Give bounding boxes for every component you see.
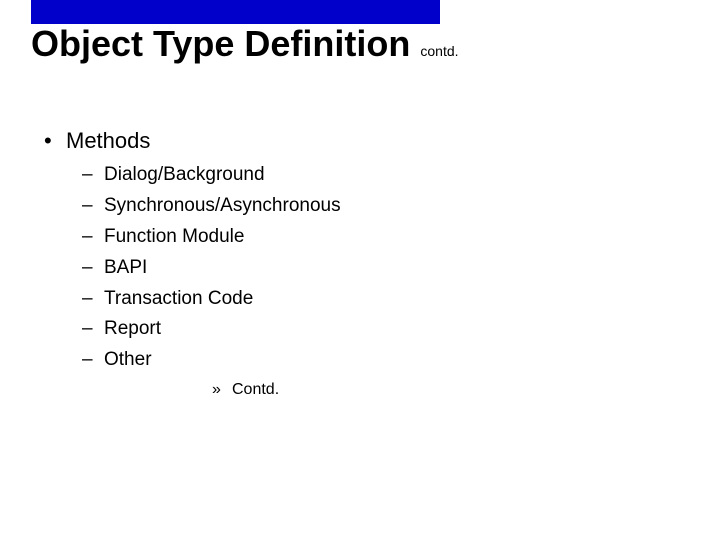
bullet-text: Transaction Code [104,288,253,311]
dash-icon: – [82,226,104,249]
bullet-level3: » Contd. [212,380,680,399]
dash-icon: – [82,164,104,187]
bullet-level2: – BAPI [82,257,680,280]
title-suffix: contd. [420,43,458,59]
bullet-icon: • [44,128,66,154]
bullet-text: Contd. [232,380,279,399]
bullet-text: Other [104,349,152,372]
title-main: Object Type Definition [31,23,410,64]
bullet-text: Synchronous/Asynchronous [104,195,341,218]
dash-icon: – [82,318,104,341]
bullet-text: Dialog/Background [104,164,265,187]
bullet-level2: – Dialog/Background [82,164,680,187]
slide-content: • Methods – Dialog/Background – Synchron… [44,128,680,399]
dash-icon: – [82,257,104,280]
bullet-text: BAPI [104,257,147,280]
bullet-level2: – Transaction Code [82,288,680,311]
bullet-level2: – Other [82,349,680,372]
slide-title: Object Type Definition contd. [31,24,459,64]
dash-icon: – [82,288,104,311]
dash-icon: – [82,195,104,218]
bullet-level1: • Methods [44,128,680,154]
bullet-text: Report [104,318,161,341]
bullet-text: Function Module [104,226,244,249]
decorative-top-bar [31,0,440,24]
bullet-level2: – Synchronous/Asynchronous [82,195,680,218]
dash-icon: – [82,349,104,372]
bullet-level2: – Report [82,318,680,341]
raquo-icon: » [212,380,232,399]
bullet-level2: – Function Module [82,226,680,249]
bullet-text: Methods [66,128,150,154]
